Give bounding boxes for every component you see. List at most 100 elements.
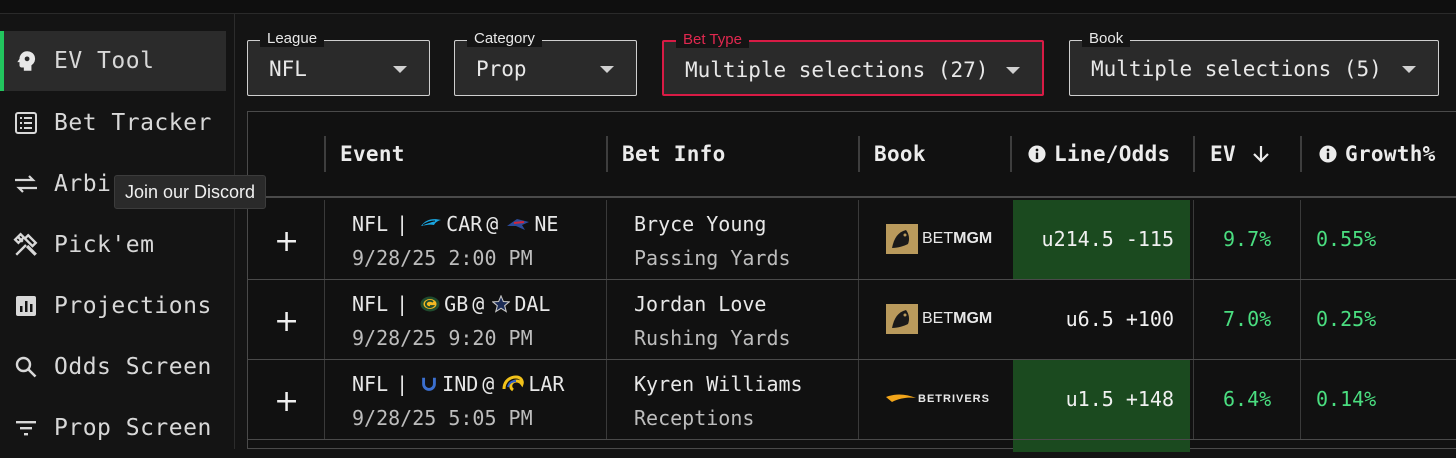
expand-plus-icon[interactable]: + xyxy=(274,304,299,339)
info-icon[interactable] xyxy=(1028,145,1046,163)
bet-type-select[interactable]: Bet Type Multiple selections (27) xyxy=(662,31,1044,96)
separator-pipe: | xyxy=(396,212,409,236)
header-growth-label: Growth% xyxy=(1345,142,1436,166)
separator-pipe: | xyxy=(396,292,409,316)
expand-plus-icon[interactable]: + xyxy=(274,384,299,419)
betmgm-lion-icon xyxy=(886,304,918,334)
separator-at: @ xyxy=(482,372,495,396)
separator-at: @ xyxy=(486,212,499,236)
ev-value: 6.4% xyxy=(1223,387,1272,411)
event-league: NFL xyxy=(352,372,389,396)
sidebar-item-pickem[interactable]: Pick'em xyxy=(0,215,222,275)
separator-pipe: | xyxy=(396,372,409,396)
betmgm-logo: BETMGM xyxy=(886,304,992,334)
sort-arrow-down-icon[interactable] xyxy=(1250,143,1272,165)
header-book[interactable]: Book xyxy=(874,136,926,172)
bet-market: Passing Yards xyxy=(634,246,791,270)
panthers-logo-icon xyxy=(421,219,442,226)
ev-value: 7.0% xyxy=(1223,307,1272,331)
list-icon xyxy=(12,109,40,137)
brain-head-icon xyxy=(12,47,40,75)
colts-horseshoe-icon xyxy=(422,377,437,391)
growth-value: 0.55% xyxy=(1316,227,1377,251)
bet-line: u214.5 xyxy=(1041,227,1114,251)
event-home-team: LAR xyxy=(528,372,565,396)
bar-chart-icon xyxy=(12,292,40,320)
sidebar-item-label: Prop Screen xyxy=(54,415,212,441)
sidebar-item-label: Odds Screen xyxy=(54,354,212,380)
filter-icon xyxy=(12,414,40,442)
event-time: 9/28/25 2:00 PM xyxy=(352,246,533,270)
sidebar-item-label: Projections xyxy=(54,293,212,319)
discord-tooltip: Join our Discord xyxy=(114,175,267,209)
line-odds-cell[interactable]: u214.5 -115 xyxy=(1013,200,1190,279)
chevron-down-icon xyxy=(600,66,614,73)
event-time: 9/28/25 5:05 PM xyxy=(352,406,533,430)
swap-arrows-icon xyxy=(12,170,40,198)
event-home-team: DAL xyxy=(514,292,551,316)
betrivers-logo: BETRIVERS xyxy=(886,384,990,414)
book-select[interactable]: Book Multiple selections (5) xyxy=(1069,30,1439,96)
header-bet-info[interactable]: Bet Info xyxy=(622,136,726,172)
bet-odds: -115 xyxy=(1125,227,1174,251)
info-icon[interactable] xyxy=(1319,145,1337,163)
header-growth[interactable]: Growth% xyxy=(1319,136,1436,172)
event-away-team: IND xyxy=(442,372,479,396)
bet-line: u6.5 xyxy=(1065,307,1114,331)
header-line-odds[interactable]: Line/Odds xyxy=(1028,136,1171,172)
bet-market: Receptions xyxy=(634,406,755,430)
chevron-down-icon xyxy=(393,66,407,73)
table-row[interactable]: + NFL | CAR @ NE 9/28/25 2:00 PM Bryce Y… xyxy=(248,200,1456,280)
header-ev[interactable]: EV xyxy=(1210,136,1272,172)
bet-player: Bryce Young xyxy=(634,212,767,236)
sidebar-item-prop-screen[interactable]: Prop Screen xyxy=(0,398,222,458)
sidebar-item-label: Bet Tracker xyxy=(54,110,212,136)
category-value: Prop xyxy=(476,57,527,81)
bet-line: u1.5 xyxy=(1065,387,1114,411)
column-divider xyxy=(1010,136,1012,172)
tools-icon xyxy=(12,231,40,259)
line-odds-cell[interactable]: u6.5 +100 xyxy=(1013,280,1190,359)
category-select[interactable]: Category Prop xyxy=(454,30,637,96)
sidebar-item-ev-tool[interactable]: EV Tool xyxy=(0,31,226,91)
league-select[interactable]: League NFL xyxy=(247,30,430,96)
table-header: Event Bet Info Book Line/Odds EV Growth% xyxy=(248,112,1456,198)
event-away-team: GB xyxy=(444,292,469,316)
packers-logo-icon xyxy=(420,296,440,312)
search-icon xyxy=(12,353,40,381)
category-label: Category xyxy=(467,30,542,47)
growth-value: 0.25% xyxy=(1316,307,1377,331)
column-divider xyxy=(858,136,860,172)
bet-market: Rushing Yards xyxy=(634,326,791,350)
line-odds-cell[interactable]: u1.5 +148 xyxy=(1013,360,1190,439)
chevron-down-icon xyxy=(1402,66,1416,73)
event-matchup: NFL | CAR @ NE xyxy=(352,212,558,236)
betmgm-lion-icon xyxy=(886,224,918,254)
event-time: 9/28/25 9:20 PM xyxy=(352,326,533,350)
expand-plus-icon[interactable]: + xyxy=(274,224,299,259)
separator-at: @ xyxy=(472,292,485,316)
table-row[interactable]: + NFL | IND @ LAR 9/28/25 5:05 PM Kyren … xyxy=(248,360,1456,440)
betrivers-swoosh-icon xyxy=(886,394,916,402)
cowboys-star-icon xyxy=(492,295,511,313)
column-divider xyxy=(606,136,608,172)
event-matchup: NFL | GB @ DAL xyxy=(352,292,550,316)
sidebar-item-label: Pick'em xyxy=(54,232,155,258)
header-line-odds-label: Line/Odds xyxy=(1054,142,1171,166)
bet-player: Jordan Love xyxy=(634,292,767,316)
chevron-down-icon xyxy=(1006,67,1020,74)
column-divider xyxy=(1193,136,1195,172)
sidebar-item-projections[interactable]: Projections xyxy=(0,276,222,336)
bets-table: Event Bet Info Book Line/Odds EV Growth%… xyxy=(247,111,1456,452)
bet-player: Kyren Williams xyxy=(634,372,803,396)
table-row[interactable]: + NFL | GB @ DAL 9/28/25 9:20 PM Jordan … xyxy=(248,280,1456,360)
column-divider xyxy=(324,136,326,172)
header-event[interactable]: Event xyxy=(340,136,405,172)
rams-horn-icon xyxy=(502,375,525,392)
next-row-partial xyxy=(1013,440,1190,452)
sidebar-item-odds-screen[interactable]: Odds Screen xyxy=(0,337,222,397)
sidebar-item-bet-tracker[interactable]: Bet Tracker xyxy=(0,93,222,153)
league-label: League xyxy=(260,30,325,47)
patriots-logo-icon xyxy=(507,219,530,230)
sidebar-nav: EV Tool Bet Tracker Arbi Pick'em Project… xyxy=(0,14,235,449)
